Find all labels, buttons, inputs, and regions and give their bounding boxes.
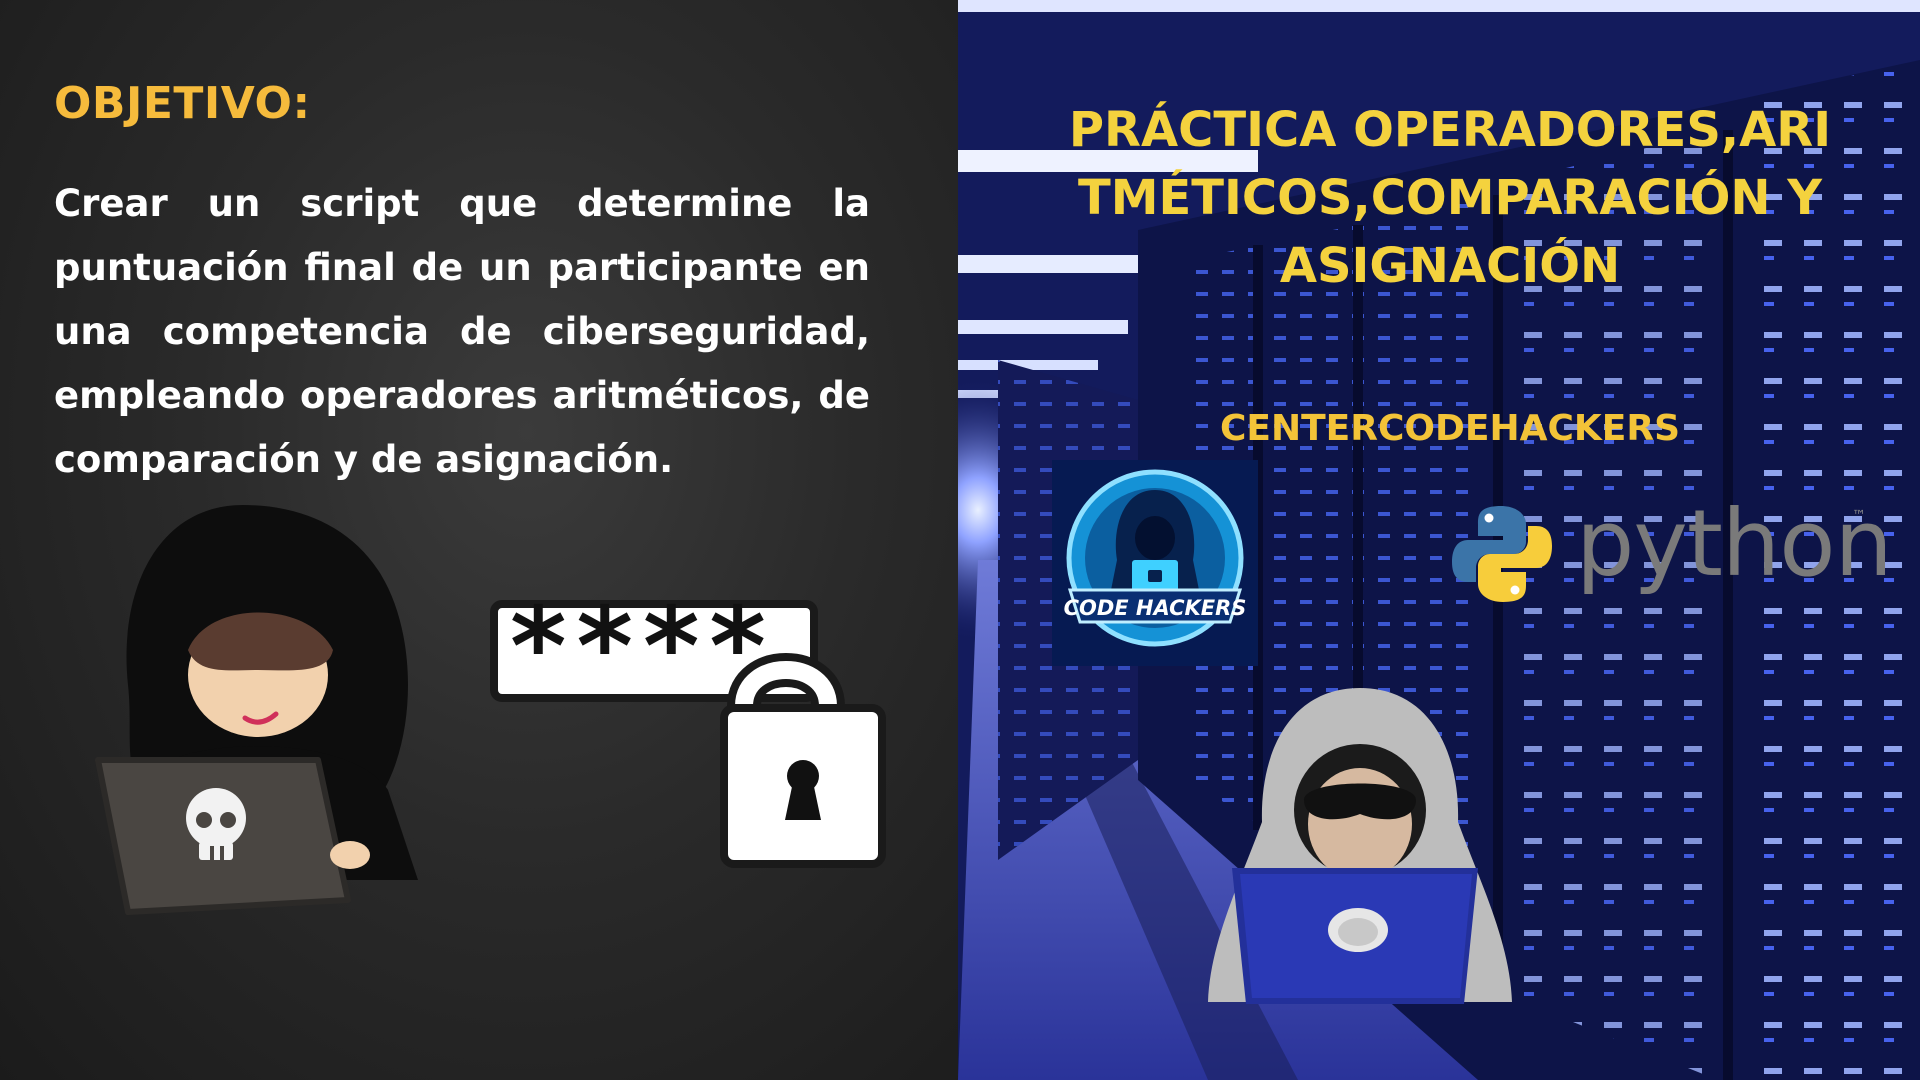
code-hackers-logo: CODE HACKERS — [1052, 460, 1258, 666]
objective-heading: OBJETIVO: — [54, 78, 311, 129]
logo-text: CODE HACKERS — [1064, 596, 1247, 620]
objective-description: Crear un script que determine la puntuac… — [54, 182, 870, 481]
grey-hacker-illustration — [1208, 688, 1512, 1004]
lock-icon — [1148, 570, 1162, 582]
organization-name: CENTERCODEHACKERS — [1219, 408, 1681, 449]
password-lock-illustration: **** — [490, 596, 886, 868]
mask — [1304, 783, 1416, 820]
hacker-laptop-illustration — [95, 505, 418, 915]
left-panel: OBJETIVO: Crear un script que determine … — [0, 0, 958, 1080]
practice-title: PRÁCTICA OPERADORES,ARITMÉTICOS,COMPARAC… — [1068, 102, 1832, 294]
python-snake-icon — [1452, 506, 1552, 602]
trademark-symbol: ™ — [1852, 508, 1866, 524]
python-wordmark: python — [1576, 490, 1893, 597]
hand — [330, 841, 370, 869]
